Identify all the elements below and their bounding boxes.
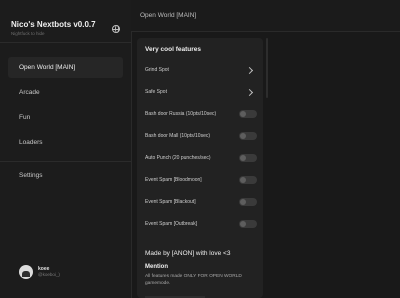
credits-text: Made by [ANON] with love <3	[145, 250, 231, 257]
sidebar-divider	[0, 42, 131, 43]
event-spam-blackout-row: Event Spam [Blackout]	[145, 196, 257, 208]
sidebar-item-open-world[interactable]: Open World [MAIN]	[8, 57, 123, 78]
row-label: Safe Spot	[145, 89, 167, 95]
row-label: Bash door Russia (10pts/10sec)	[145, 111, 217, 117]
safe-spot-row[interactable]: Safe Spot	[145, 86, 257, 98]
user-handle: @koeboi_)	[38, 272, 60, 277]
bash-door-mall-row: Bash door Mall (10pts/10sec)	[145, 130, 257, 142]
sidebar-divider	[0, 161, 131, 162]
globe-icon[interactable]	[112, 25, 120, 33]
auto-punch-row: Auto Punch (20 punches/sec)	[145, 152, 257, 164]
sidebar-item-label: Settings	[19, 172, 43, 179]
sidebar-item-settings[interactable]: Settings	[8, 165, 123, 186]
avatar[interactable]	[19, 265, 33, 279]
bash-door-russia-row: Bash door Russia (10pts/10sec)	[145, 108, 257, 120]
sidebar-item-label: Open World [MAIN]	[19, 64, 76, 71]
app-title: Nico's Nextbots v0.0.7	[11, 20, 96, 29]
mention-title: Mention	[145, 264, 168, 270]
header-bar: Open World [MAIN]	[131, 0, 400, 32]
event-spam-outbreak-toggle[interactable]	[239, 220, 257, 228]
section-title: Very cool features	[145, 46, 201, 53]
event-spam-bloodmoon-row: Event Spam [Bloodmoon]	[145, 174, 257, 186]
sidebar-item-label: Fun	[19, 114, 31, 121]
app-subtitle: Nightfuck to hide	[11, 31, 45, 36]
event-spam-blackout-toggle[interactable]	[239, 198, 257, 206]
row-label: Event Spam [Outbreak]	[145, 221, 197, 227]
scrollbar[interactable]	[266, 38, 268, 98]
sidebar: Nico's Nextbots v0.0.7 Nightfuck to hide…	[0, 0, 132, 298]
event-spam-outbreak-row: Event Spam [Outbreak]	[145, 218, 257, 230]
event-spam-bloodmoon-toggle[interactable]	[239, 176, 257, 184]
mention-text: All features made ONLY FOR OPEN WORLD ga…	[145, 274, 242, 286]
row-label: Auto Punch (20 punches/sec)	[145, 155, 211, 161]
grind-spot-row[interactable]: Grind Spot	[145, 64, 257, 76]
auto-punch-toggle[interactable]	[239, 154, 257, 162]
sidebar-item-loaders[interactable]: Loaders	[8, 132, 123, 153]
row-label: Event Spam [Bloodmoon]	[145, 177, 202, 183]
sidebar-item-arcade[interactable]: Arcade	[8, 82, 123, 103]
row-label: Grind Spot	[145, 67, 169, 73]
sidebar-item-label: Loaders	[19, 139, 43, 146]
bash-door-mall-toggle[interactable]	[239, 132, 257, 140]
chevron-right-icon	[245, 66, 254, 74]
features-panel: Very cool features Grind Spot Safe Spot …	[137, 38, 263, 298]
row-label: Event Spam [Blackout]	[145, 199, 196, 205]
sidebar-item-fun[interactable]: Fun	[8, 107, 123, 128]
bash-door-russia-toggle[interactable]	[239, 110, 257, 118]
chevron-right-icon	[245, 88, 254, 96]
sidebar-item-label: Arcade	[19, 89, 40, 96]
row-label: Bash door Mall (10pts/10sec)	[145, 133, 211, 139]
page-title: Open World [MAIN]	[140, 12, 197, 19]
app-window: Nico's Nextbots v0.0.7 Nightfuck to hide…	[0, 0, 400, 298]
